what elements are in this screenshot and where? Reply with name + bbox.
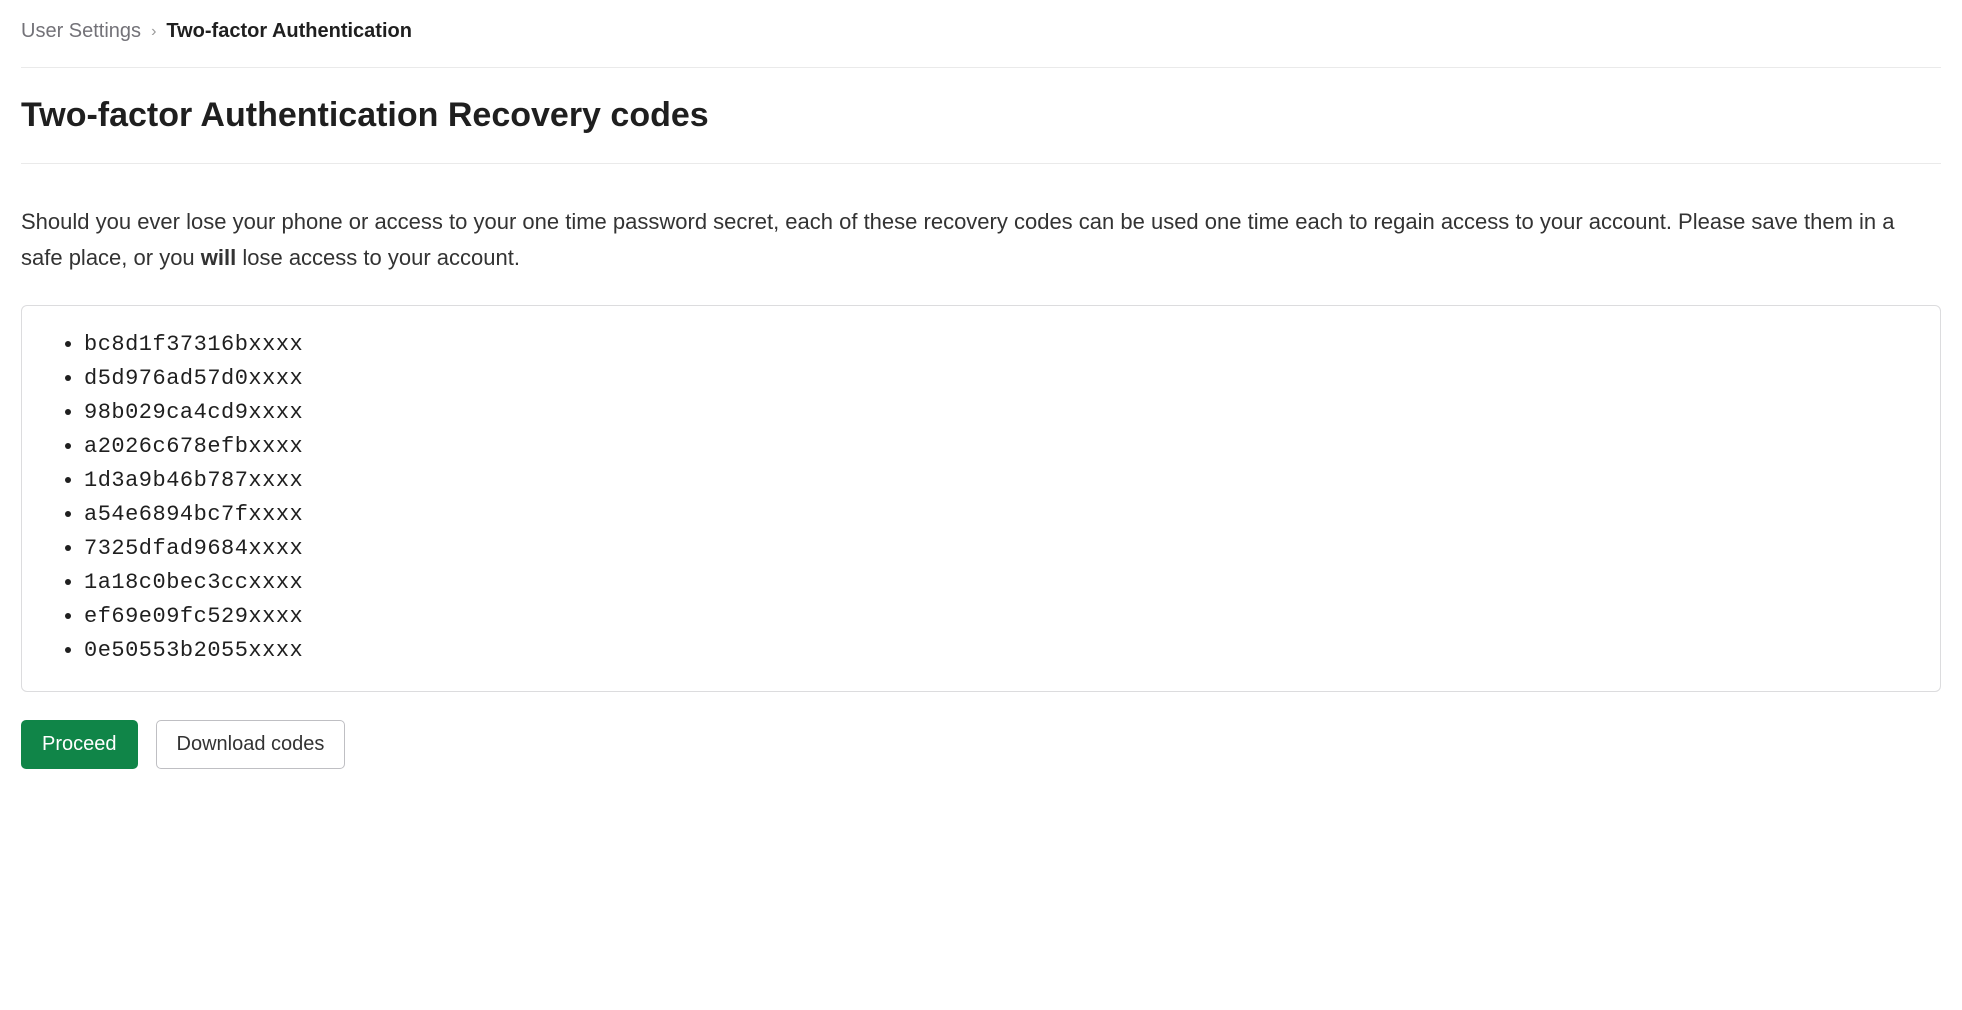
- actions-row: Proceed Download codes: [21, 720, 1941, 799]
- recovery-code: a2026c678efbxxxx: [84, 430, 1922, 464]
- breadcrumb: User Settings › Two-factor Authenticatio…: [21, 0, 1941, 68]
- chevron-right-icon: ›: [151, 23, 156, 41]
- recovery-code: 1d3a9b46b787xxxx: [84, 464, 1922, 498]
- page-title: Two-factor Authentication Recovery codes: [21, 68, 1941, 164]
- description-after: lose access to your account.: [236, 245, 520, 270]
- recovery-code: 7325dfad9684xxxx: [84, 532, 1922, 566]
- description-strong: will: [201, 245, 236, 270]
- recovery-code: d5d976ad57d0xxxx: [84, 362, 1922, 396]
- recovery-code: bc8d1f37316bxxxx: [84, 328, 1922, 362]
- proceed-button[interactable]: Proceed: [21, 720, 138, 769]
- description-text: Should you ever lose your phone or acces…: [21, 164, 1941, 305]
- recovery-codes-list: bc8d1f37316bxxxx d5d976ad57d0xxxx 98b029…: [40, 328, 1922, 669]
- recovery-code: a54e6894bc7fxxxx: [84, 498, 1922, 532]
- breadcrumb-parent-link[interactable]: User Settings: [21, 20, 141, 43]
- recovery-code: ef69e09fc529xxxx: [84, 600, 1922, 634]
- recovery-codes-box: bc8d1f37316bxxxx d5d976ad57d0xxxx 98b029…: [21, 305, 1941, 692]
- breadcrumb-current: Two-factor Authentication: [166, 20, 412, 43]
- download-codes-button[interactable]: Download codes: [156, 720, 346, 769]
- recovery-code: 0e50553b2055xxxx: [84, 634, 1922, 668]
- recovery-code: 1a18c0bec3ccxxxx: [84, 566, 1922, 600]
- recovery-code: 98b029ca4cd9xxxx: [84, 396, 1922, 430]
